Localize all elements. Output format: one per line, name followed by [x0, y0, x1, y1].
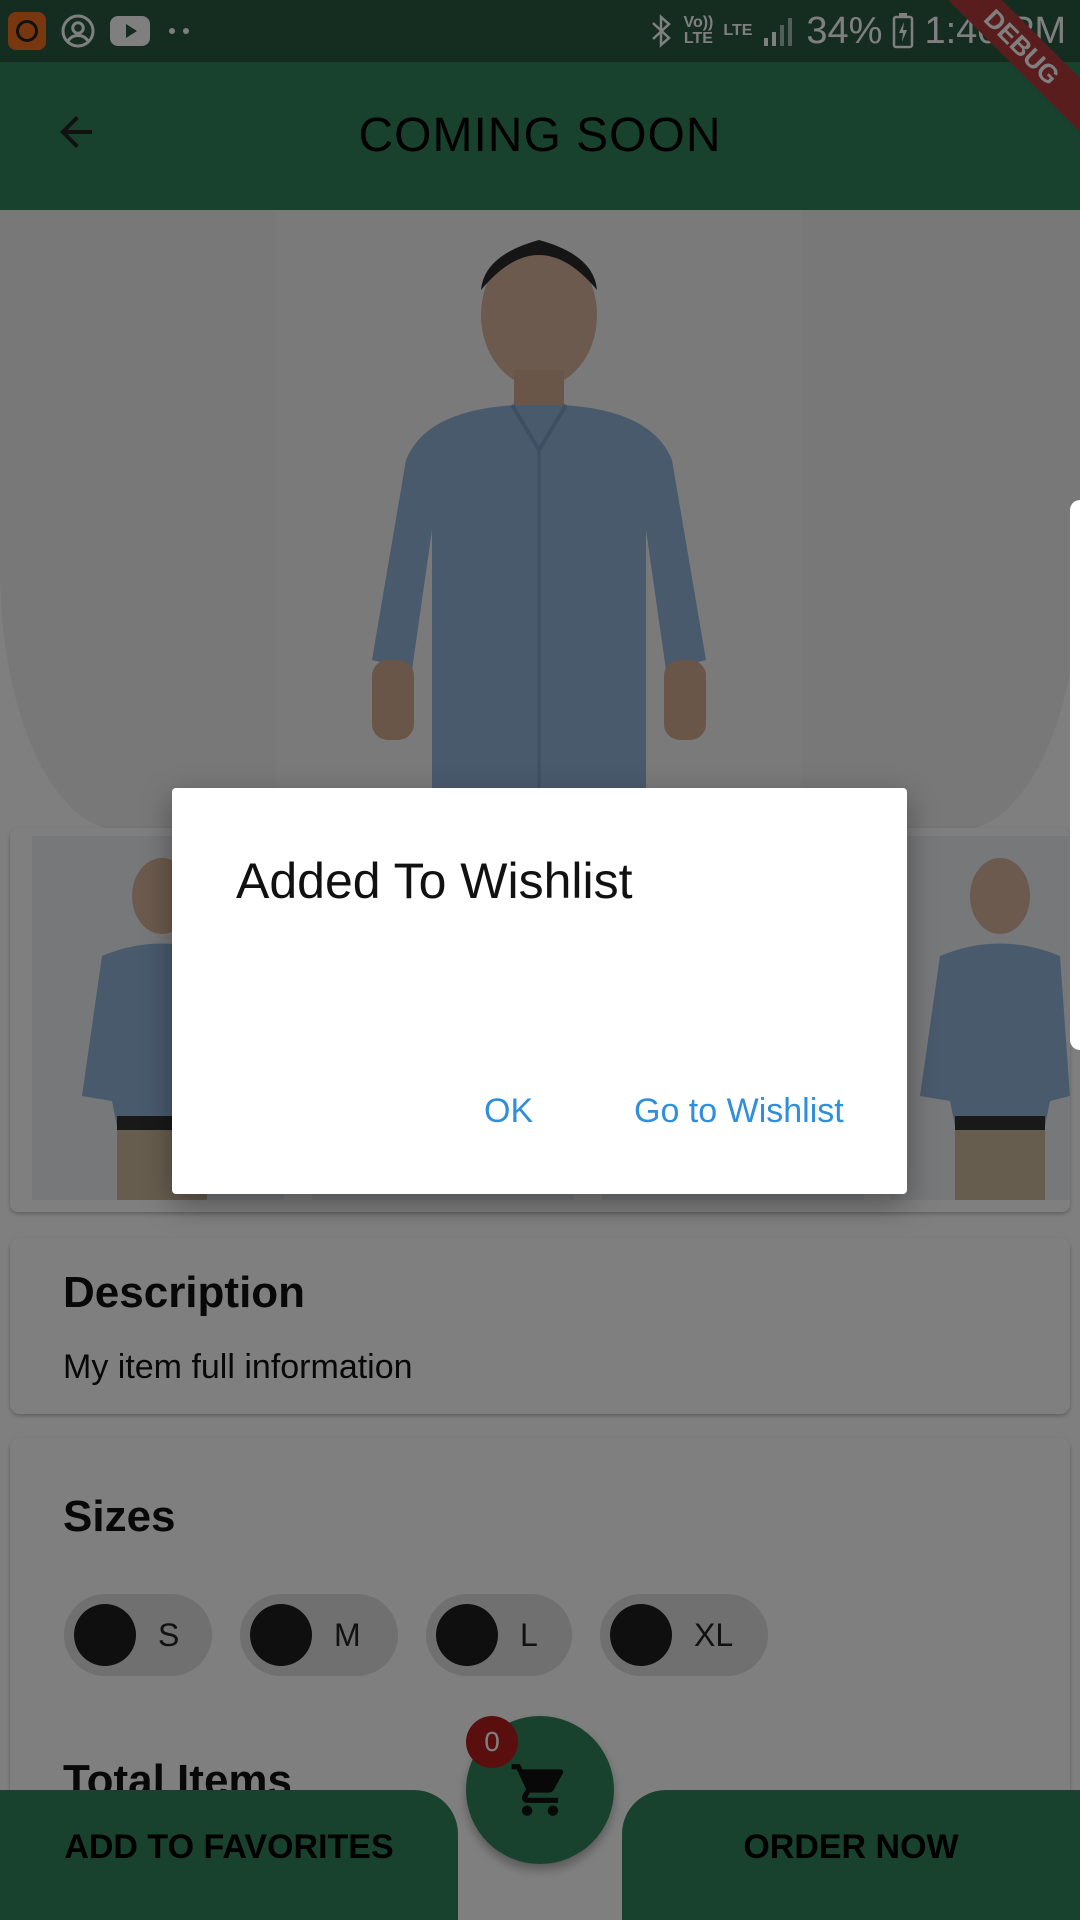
scroll-handle[interactable] [1070, 500, 1080, 1050]
dialog-title: Added To Wishlist [236, 853, 633, 909]
ok-button[interactable]: OK [484, 1092, 533, 1131]
wishlist-dialog: Added To Wishlist OK Go to Wishlist [172, 788, 907, 1194]
go-to-wishlist-button[interactable]: Go to Wishlist [634, 1092, 844, 1131]
